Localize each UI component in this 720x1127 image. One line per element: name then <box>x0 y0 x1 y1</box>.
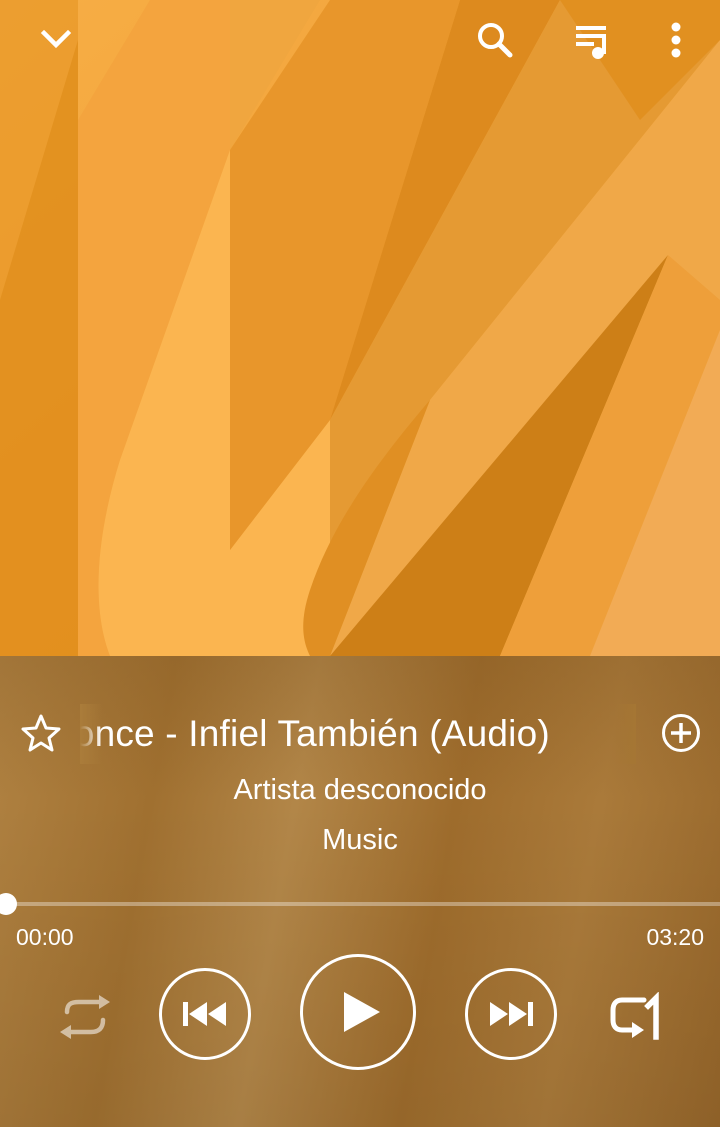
song-title-text: l Ponce - Infiel También (Audio) <box>80 712 550 756</box>
more-vert-icon[interactable] <box>648 12 704 68</box>
skip-next-icon[interactable] <box>465 968 557 1060</box>
progress-thumb[interactable] <box>0 893 17 915</box>
add-circle-icon[interactable] <box>656 706 706 760</box>
artist-name[interactable]: Artista desconocido <box>0 770 720 810</box>
time-total: 03:20 <box>646 924 704 950</box>
now-playing-screen: l Ponce - Infiel También (Audio) Artista… <box>0 0 720 1127</box>
play-icon[interactable] <box>300 954 416 1070</box>
repeat-one-icon[interactable] <box>600 987 670 1047</box>
shuffle-icon[interactable] <box>50 987 120 1047</box>
chevron-down-icon[interactable] <box>28 12 84 68</box>
progress-track[interactable] <box>6 902 720 906</box>
queue-music-icon[interactable] <box>564 12 620 68</box>
album-art <box>0 0 720 656</box>
title-row: l Ponce - Infiel También (Audio) <box>0 704 720 764</box>
star-outline-icon[interactable] <box>16 708 66 758</box>
player-panel: l Ponce - Infiel También (Audio) Artista… <box>0 656 720 1127</box>
time-elapsed: 00:00 <box>16 924 74 950</box>
top-bar <box>0 0 720 84</box>
search-icon[interactable] <box>467 12 523 68</box>
album-name[interactable]: Music <box>0 820 720 860</box>
song-title: Ponce - Infiel También (Audio) <box>80 713 550 754</box>
progress-bar[interactable] <box>0 892 720 916</box>
skip-previous-icon[interactable] <box>159 968 251 1060</box>
song-title-marquee: l Ponce - Infiel También (Audio) <box>80 704 636 764</box>
album-art-graphic <box>0 0 720 656</box>
playback-controls <box>0 952 720 1082</box>
